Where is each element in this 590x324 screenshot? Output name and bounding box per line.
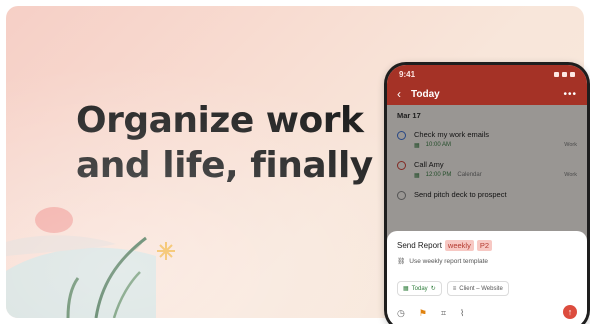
headline-line-1: Organize work — [76, 100, 364, 141]
project-icon: ≡ — [452, 285, 457, 292]
task-input[interactable]: Send Report weekly P2 — [397, 240, 577, 251]
project-chip[interactable]: ≡ Client – Website — [446, 281, 509, 296]
headline-line-2: and life, finally — [76, 145, 373, 186]
quick-add-sheet: Send Report weekly P2 ⛓ Use weekly repor… — [387, 231, 587, 324]
timer-icon[interactable]: ◷ — [397, 308, 405, 319]
label-tag: weekly — [444, 240, 474, 251]
priority-tag: P2 — [476, 240, 493, 251]
teal-wave-icon — [6, 247, 156, 318]
phone-mockup: 9:41 ‹ Today ••• Mar 17 Check my work em… — [384, 62, 590, 324]
page-title: Today — [411, 88, 440, 100]
more-icon[interactable]: ••• — [563, 89, 577, 100]
sheet-description: Use weekly report template — [409, 257, 489, 265]
back-arrow-icon[interactable]: ‹ — [397, 87, 401, 101]
send-button[interactable]: ↑ — [563, 305, 577, 319]
battery-icon — [570, 71, 575, 77]
status-time: 9:41 — [399, 69, 416, 79]
app-header: ‹ Today ••• — [387, 83, 587, 105]
status-bar: 9:41 — [387, 65, 587, 83]
phone-screen: 9:41 ‹ Today ••• Mar 17 Check my work em… — [387, 65, 587, 324]
flag-icon[interactable]: ⚑ — [419, 308, 427, 319]
headline: Organize work and life, finally — [76, 98, 376, 188]
date-chip[interactable]: ▦ Today ↻ — [397, 281, 442, 296]
description-field[interactable]: ⛓ Use weekly report template — [397, 257, 577, 266]
toolbar: ◷ ⚑ ⌗ ⌇ — [397, 308, 577, 319]
chip-row: ▦ Today ↻ ≡ Client – Website — [397, 281, 577, 296]
repeat-icon: ↻ — [430, 286, 436, 292]
calendar-icon: ▦ — [403, 286, 409, 292]
date-chip-label: Today — [411, 285, 428, 292]
sparkle-icon — [157, 242, 175, 260]
project-chip-label: Client – Website — [459, 285, 503, 292]
wifi-icon — [562, 71, 567, 77]
status-icons — [554, 71, 575, 77]
attachment-icon[interactable]: ⌇ — [460, 308, 464, 319]
send-arrow-icon: ↑ — [567, 307, 573, 317]
sheet-title: Send Report — [397, 241, 442, 250]
pink-blob-icon — [35, 207, 73, 233]
signal-icon — [554, 71, 559, 77]
label-icon[interactable]: ⌗ — [441, 308, 446, 319]
link-icon: ⛓ — [397, 258, 406, 265]
